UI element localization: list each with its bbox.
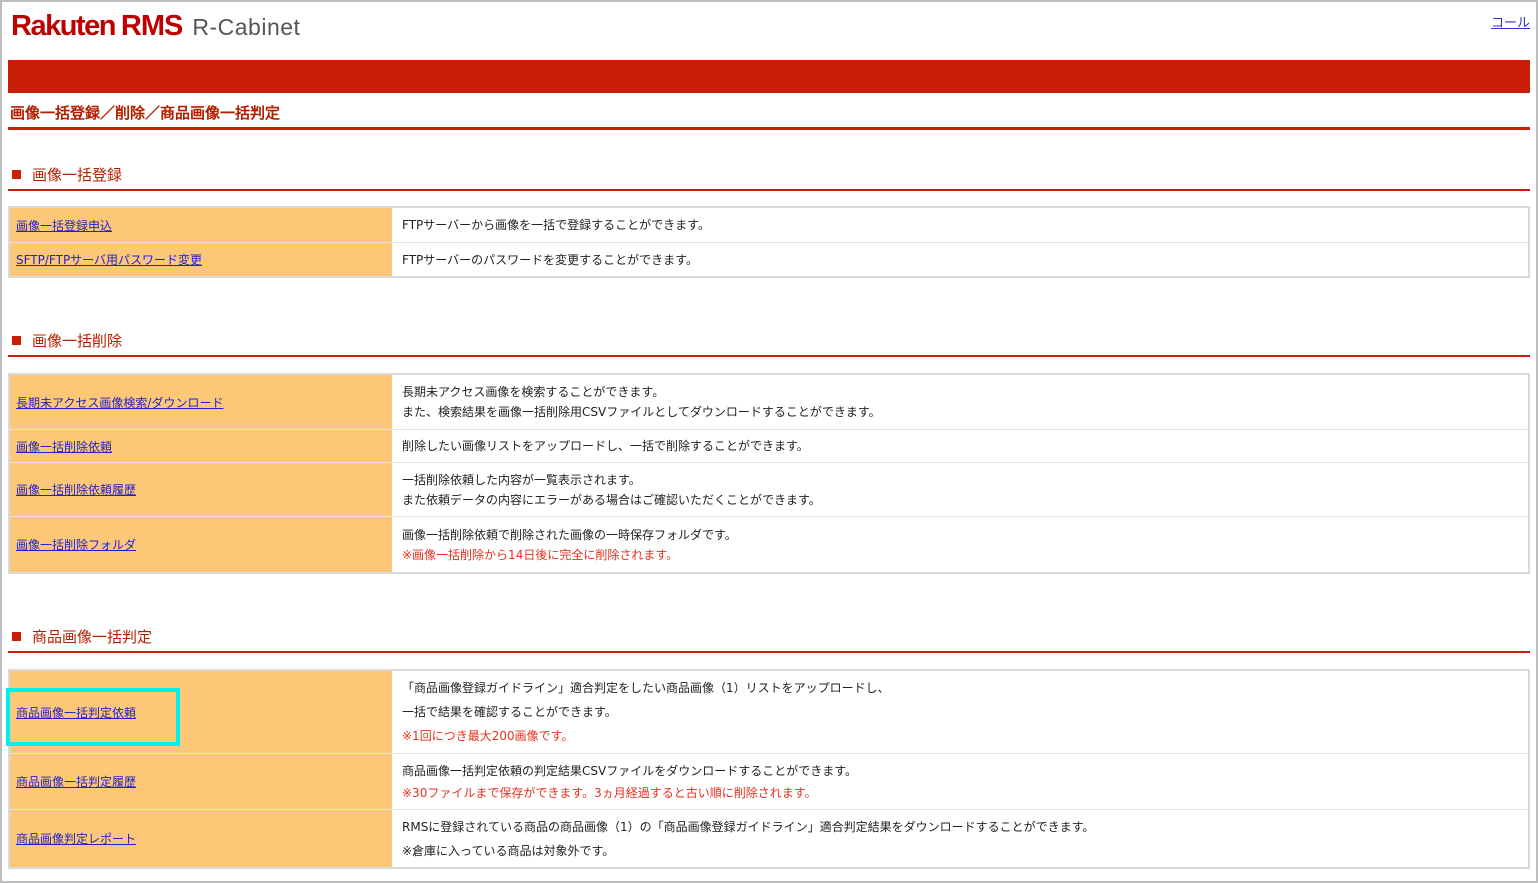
bulk-delete-history-link[interactable]: 画像一括削除依頼履歴 bbox=[16, 481, 136, 498]
table-row: 商品画像一括判定依頼 「商品画像登録ガイドライン」適合判定をしたい商品画像（1）… bbox=[10, 671, 1528, 754]
link-cell: 画像一括登録申込 bbox=[10, 208, 392, 242]
bulk-judge-table: 商品画像一括判定依頼 「商品画像登録ガイドライン」適合判定をしたい商品画像（1）… bbox=[8, 669, 1530, 869]
square-bullet-icon bbox=[12, 632, 21, 641]
unaccessed-image-search-link[interactable]: 長期未アクセス画像検索/ダウンロード bbox=[16, 394, 223, 411]
table-row: 商品画像判定レポート RMSに登録されている商品の商品画像（1）の「商品画像登録… bbox=[10, 810, 1528, 867]
warning-note: ※30ファイルまで保存ができます。3ヵ月経過すると古い順に削除されます。 bbox=[402, 785, 817, 800]
description-line: 「商品画像登録ガイドライン」適合判定をしたい商品画像（1）リストをアップロードし… bbox=[402, 681, 890, 695]
section-divider bbox=[8, 189, 1530, 191]
rakuten-rms-logo[interactable]: Rakuten RMS R-Cabinet bbox=[11, 10, 300, 46]
table-row: 商品画像一括判定履歴 商品画像一括判定依頼の判定結果CSVファイルをダウンロード… bbox=[10, 754, 1528, 810]
link-cell: 画像一括削除依頼 bbox=[10, 430, 392, 462]
description-line: 商品画像一括判定依頼の判定結果CSVファイルをダウンロードすることができます。 bbox=[402, 763, 858, 778]
description-line: FTPサーバーから画像を一括で登録することができます。 bbox=[402, 218, 710, 232]
section-heading-text: 商品画像一括判定 bbox=[32, 628, 153, 646]
description-line: FTPサーバーのパスワードを変更することができます。 bbox=[402, 252, 698, 267]
bulk-delete-folder-link[interactable]: 画像一括削除フォルダ bbox=[16, 536, 136, 553]
bulk-register-apply-link[interactable]: 画像一括登録申込 bbox=[16, 217, 112, 234]
logo-rms-text: RMS bbox=[120, 10, 183, 42]
description-line: 一括削除依頼した内容が一覧表示されます。 bbox=[402, 472, 641, 487]
section-divider bbox=[8, 651, 1530, 653]
description-line: ※倉庫に入っている商品は対象外です。 bbox=[402, 843, 615, 858]
square-bullet-icon bbox=[12, 336, 21, 345]
link-cell: 画像一括削除フォルダ bbox=[10, 517, 392, 572]
page-title: 画像一括登録／削除／商品画像一括判定 bbox=[10, 104, 281, 122]
description-cell: FTPサーバーから画像を一括で登録することができます。 bbox=[392, 208, 1528, 242]
table-row: 長期未アクセス画像検索/ダウンロード 長期未アクセス画像を検索することができます… bbox=[10, 375, 1528, 430]
ftp-password-change-link[interactable]: SFTP/FTPサーバ用パスワード変更 bbox=[16, 251, 202, 268]
description-line: 一括で結果を確認することができます。 bbox=[402, 705, 617, 719]
header-red-bar bbox=[8, 60, 1530, 93]
link-cell: 商品画像判定レポート bbox=[10, 810, 392, 867]
section-heading-bulk-judge: 商品画像一括判定 bbox=[12, 626, 152, 647]
top-right-link[interactable]: コール bbox=[1491, 12, 1530, 31]
bulk-judge-request-link[interactable]: 商品画像一括判定依頼 bbox=[16, 704, 136, 721]
description-line: 削除したい画像リストをアップロードし、一括で削除することができます。 bbox=[402, 439, 809, 453]
description-cell: RMSに登録されている商品の商品画像（1）の「商品画像登録ガイドライン」適合判定… bbox=[392, 810, 1528, 867]
description-cell: 削除したい画像リストをアップロードし、一括で削除することができます。 bbox=[392, 430, 1528, 462]
description-line: また依頼データの内容にエラーがある場合はご確認いただくことができます。 bbox=[402, 492, 821, 507]
section-divider bbox=[8, 355, 1530, 357]
bulk-delete-table: 長期未アクセス画像検索/ダウンロード 長期未アクセス画像を検索することができます… bbox=[8, 373, 1530, 574]
link-cell: 長期未アクセス画像検索/ダウンロード bbox=[10, 375, 392, 429]
title-divider bbox=[8, 127, 1530, 130]
warning-note: ※画像一括削除から14日後に完全に削除されます。 bbox=[402, 547, 679, 562]
description-cell: 画像一括削除依頼で削除された画像の一時保存フォルダです。 ※画像一括削除から14… bbox=[392, 517, 1528, 572]
bulk-judge-history-link[interactable]: 商品画像一括判定履歴 bbox=[16, 773, 136, 790]
description-line: 長期未アクセス画像を検索することができます。 bbox=[402, 385, 665, 399]
bulk-delete-request-link[interactable]: 画像一括削除依頼 bbox=[16, 438, 112, 455]
description-line: 画像一括削除依頼で削除された画像の一時保存フォルダです。 bbox=[402, 527, 737, 542]
table-row: 画像一括削除依頼履歴 一括削除依頼した内容が一覧表示されます。 また依頼データの… bbox=[10, 463, 1528, 517]
description-cell: 「商品画像登録ガイドライン」適合判定をしたい商品画像（1）リストをアップロードし… bbox=[392, 671, 1528, 753]
bulk-register-table: 画像一括登録申込 FTPサーバーから画像を一括で登録することができます。 SFT… bbox=[8, 206, 1530, 278]
section-heading-bulk-register: 画像一括登録 bbox=[12, 164, 122, 185]
description-line: RMSに登録されている商品の商品画像（1）の「商品画像登録ガイドライン」適合判定… bbox=[402, 819, 1095, 834]
description-cell: FTPサーバーのパスワードを変更することができます。 bbox=[392, 243, 1528, 276]
description-cell: 長期未アクセス画像を検索することができます。 また、検索結果を画像一括削除用CS… bbox=[392, 375, 1528, 429]
square-bullet-icon bbox=[12, 170, 21, 179]
section-heading-text: 画像一括削除 bbox=[32, 332, 123, 350]
description-cell: 一括削除依頼した内容が一覧表示されます。 また依頼データの内容にエラーがある場合… bbox=[392, 463, 1528, 516]
description-cell: 商品画像一括判定依頼の判定結果CSVファイルをダウンロードすることができます。 … bbox=[392, 754, 1528, 809]
link-cell: SFTP/FTPサーバ用パスワード変更 bbox=[10, 243, 392, 276]
logo-rakuten-text: Rakuten bbox=[11, 10, 116, 42]
table-row: 画像一括削除フォルダ 画像一括削除依頼で削除された画像の一時保存フォルダです。 … bbox=[10, 517, 1528, 572]
table-row: 画像一括削除依頼 削除したい画像リストをアップロードし、一括で削除することができ… bbox=[10, 430, 1528, 463]
table-row: 画像一括登録申込 FTPサーバーから画像を一括で登録することができます。 bbox=[10, 208, 1528, 243]
image-judge-report-link[interactable]: 商品画像判定レポート bbox=[16, 830, 136, 847]
section-heading-bulk-delete: 画像一括削除 bbox=[12, 330, 122, 351]
link-cell: 商品画像一括判定依頼 bbox=[10, 671, 392, 753]
description-line: また、検索結果を画像一括削除用CSVファイルとしてダウンロードすることができます… bbox=[402, 405, 881, 419]
app-header: Rakuten RMS R-Cabinet コール bbox=[8, 6, 1530, 58]
link-cell: 商品画像一括判定履歴 bbox=[10, 754, 392, 809]
link-cell: 画像一括削除依頼履歴 bbox=[10, 463, 392, 516]
section-heading-text: 画像一括登録 bbox=[32, 166, 123, 184]
warning-note: ※1回につき最大200画像です。 bbox=[402, 729, 574, 743]
table-row: SFTP/FTPサーバ用パスワード変更 FTPサーバーのパスワードを変更すること… bbox=[10, 243, 1528, 276]
logo-cabinet-text: R-Cabinet bbox=[192, 14, 301, 40]
